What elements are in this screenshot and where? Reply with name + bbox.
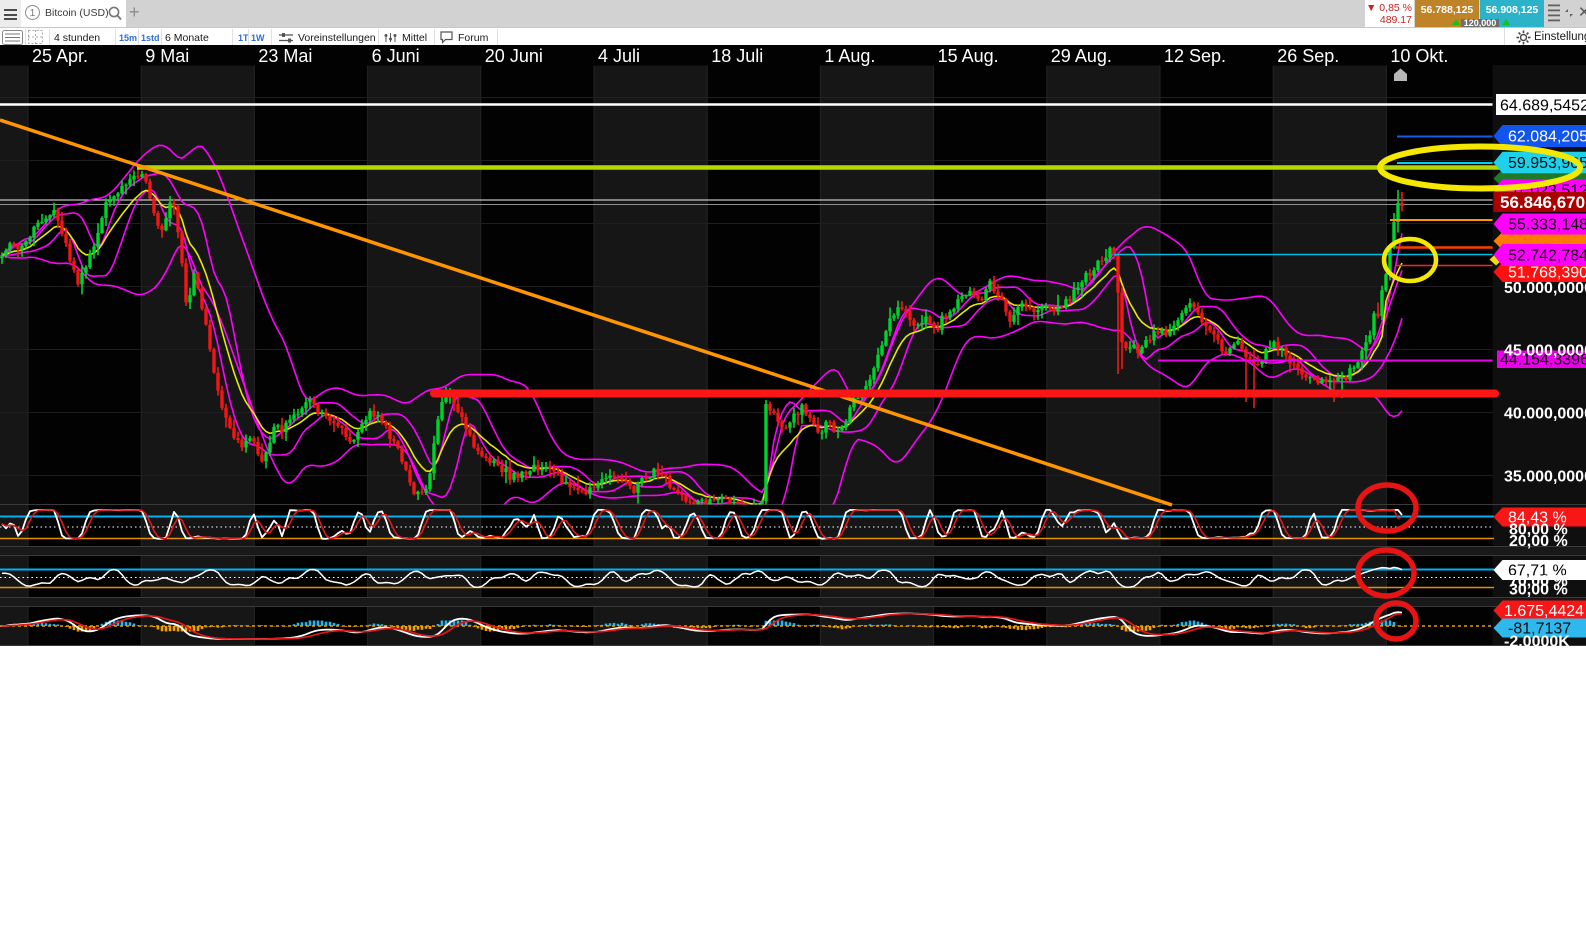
svg-text:55.333,148: 55.333,148: [1508, 217, 1586, 234]
svg-text:64.689,5452: 64.689,5452: [1500, 98, 1586, 115]
svg-text:35.000,0000: 35.000,0000: [1504, 469, 1586, 486]
svg-text:-2,0000K: -2,0000K: [1504, 634, 1570, 646]
svg-text:40.000,0000: 40.000,0000: [1504, 406, 1586, 423]
svg-text:56.846,670: 56.846,670: [1500, 193, 1585, 212]
svg-text:25 Apr.: 25 Apr.: [32, 46, 88, 66]
svg-text:45.000,0000: 45.000,0000: [1504, 343, 1586, 360]
svg-text:52.742,784: 52.742,784: [1508, 248, 1586, 265]
svg-text:6 Juni: 6 Juni: [372, 46, 420, 66]
svg-text:18 Juli: 18 Juli: [711, 46, 763, 66]
svg-text:62.084,205: 62.084,205: [1508, 129, 1586, 146]
svg-text:23 Mai: 23 Mai: [258, 46, 312, 66]
svg-text:1.675,4424: 1.675,4424: [1504, 603, 1584, 620]
svg-text:9 Mai: 9 Mai: [145, 46, 189, 66]
svg-text:4 Juli: 4 Juli: [598, 46, 640, 66]
svg-text:20,00 %: 20,00 %: [1509, 533, 1568, 550]
svg-text:51.768,390: 51.768,390: [1508, 265, 1586, 282]
svg-text:30,00 %: 30,00 %: [1509, 582, 1568, 599]
svg-text:20 Juni: 20 Juni: [485, 46, 543, 66]
svg-text:15 Aug.: 15 Aug.: [938, 46, 999, 66]
svg-text:12 Sep.: 12 Sep.: [1164, 46, 1226, 66]
svg-text:1 Aug.: 1 Aug.: [824, 46, 875, 66]
svg-text:26 Sep.: 26 Sep.: [1277, 46, 1339, 66]
svg-text:10 Okt.: 10 Okt.: [1390, 46, 1448, 66]
svg-text:29 Aug.: 29 Aug.: [1051, 46, 1112, 66]
svg-text:50.000,0000: 50.000,0000: [1504, 280, 1586, 297]
